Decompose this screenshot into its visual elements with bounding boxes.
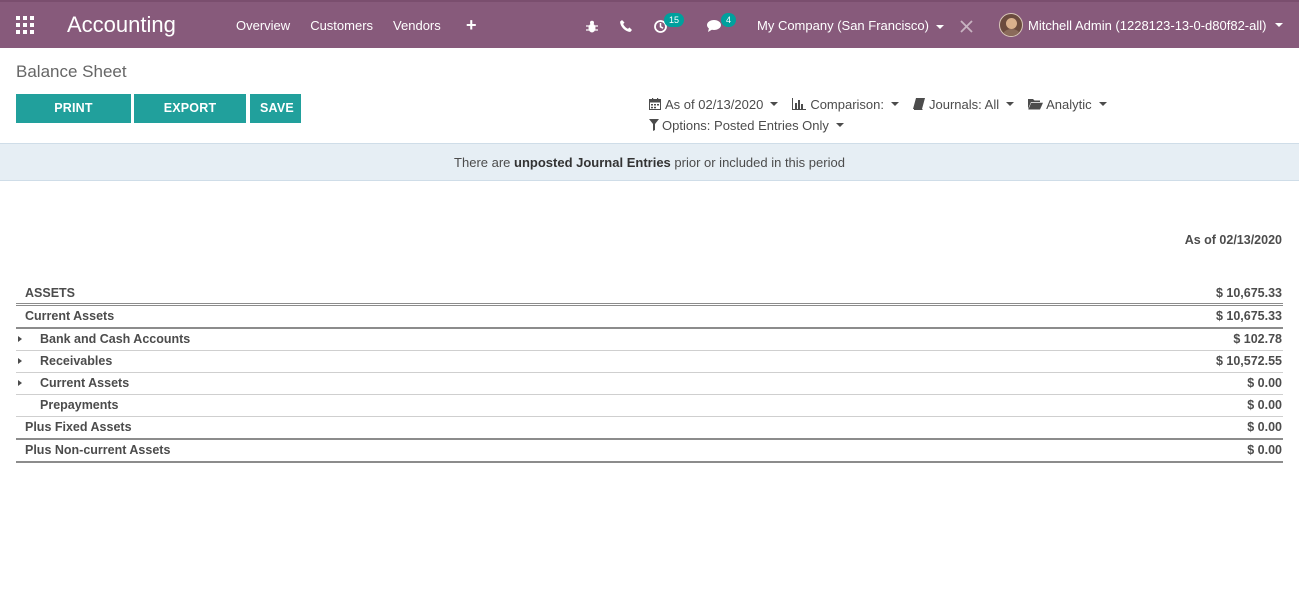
alert-bold-text: unposted Journal Entries xyxy=(514,155,671,170)
bar-chart-icon xyxy=(792,98,807,110)
chevron-down-icon xyxy=(770,102,779,106)
analytic-filter-label: Analytic xyxy=(1046,96,1092,112)
chevron-down-icon xyxy=(835,123,844,127)
chevron-down-icon xyxy=(1098,102,1107,106)
line-label: Current Assets xyxy=(40,376,130,390)
line-amount: $ 102.78 xyxy=(1233,332,1282,346)
report-line-current-assets[interactable]: Current Assets $ 0.00 xyxy=(16,373,1283,395)
balance-sheet-table: ASSETS $ 10,675.33 Current Assets $ 10,6… xyxy=(16,283,1283,463)
line-amount: $ 0.00 xyxy=(1247,376,1282,390)
line-amount: $ 0.00 xyxy=(1247,443,1282,457)
clock-icon[interactable]: 15 xyxy=(654,13,685,35)
report-line-prepayments: Prepayments $ 0.00 xyxy=(16,395,1283,417)
avatar xyxy=(999,13,1023,37)
menu-overview[interactable]: Overview xyxy=(236,17,290,35)
tools-icon[interactable] xyxy=(960,17,973,35)
chevron-down-icon xyxy=(935,24,944,29)
export-xlsx-button[interactable]: EXPORT (XLSX) xyxy=(134,94,246,144)
journals-filter[interactable]: Journals: All xyxy=(913,96,1015,112)
user-name: Mitchell Admin (1228123-13-0-d80f82-all) xyxy=(1028,17,1267,33)
comparison-filter-label: Comparison: xyxy=(810,96,885,112)
expand-caret-icon[interactable] xyxy=(18,380,22,386)
menu-customers[interactable]: Customers xyxy=(310,17,373,35)
company-name: My Company (San Francisco) xyxy=(757,18,929,33)
messages-count-badge: 4 xyxy=(721,13,737,27)
main-menu: Overview Customers Vendors xyxy=(236,17,461,35)
journals-filter-label: Journals: All xyxy=(929,96,1000,112)
line-label: Plus Fixed Assets xyxy=(25,420,132,434)
chat-icon[interactable]: 4 xyxy=(707,13,737,35)
date-filter-label: As of 02/13/2020 xyxy=(665,96,764,112)
report-line-bank-cash[interactable]: Bank and Cash Accounts $ 102.78 xyxy=(16,329,1283,351)
folder-open-icon xyxy=(1028,98,1044,110)
date-filter[interactable]: As of 02/13/2020 xyxy=(649,96,779,112)
chevron-down-icon xyxy=(1006,102,1015,106)
report-line-assets: ASSETS $ 10,675.33 xyxy=(16,283,1283,306)
line-label: Prepayments xyxy=(40,398,119,412)
line-label: Plus Non-current Assets xyxy=(25,443,171,457)
unposted-entries-alert: There are unposted Journal Entries prior… xyxy=(0,143,1299,181)
top-navbar: Accounting Overview Customers Vendors + … xyxy=(0,0,1299,48)
book-icon xyxy=(913,98,926,110)
alert-prefix: There are xyxy=(454,155,515,170)
funnel-icon xyxy=(649,119,659,131)
line-label: Bank and Cash Accounts xyxy=(40,332,191,346)
options-filter-label: Options: Posted Entries Only xyxy=(662,117,829,133)
expand-caret-icon[interactable] xyxy=(18,336,22,342)
activity-count-badge: 15 xyxy=(664,13,685,27)
company-switcher[interactable]: My Company (San Francisco) xyxy=(757,17,944,35)
chevron-down-icon xyxy=(891,102,900,106)
plus-icon[interactable]: + xyxy=(466,16,480,34)
line-label: Current Assets xyxy=(25,309,115,323)
line-amount: $ 10,675.33 xyxy=(1215,286,1282,300)
calendar-icon xyxy=(649,98,662,110)
expand-caret-icon[interactable] xyxy=(18,358,22,364)
report-line-current-assets-total: Current Assets $ 10,675.33 xyxy=(16,306,1283,329)
user-menu[interactable]: Mitchell Admin (1228123-13-0-d80f82-all) xyxy=(999,13,1284,37)
print-preview-button[interactable]: PRINT PREVIEW xyxy=(16,94,131,144)
alert-suffix: prior or included in this period xyxy=(670,155,845,170)
options-filter[interactable]: Options: Posted Entries Only xyxy=(649,118,844,133)
apps-grid-icon[interactable] xyxy=(16,16,34,34)
report-line-fixed-assets: Plus Fixed Assets $ 0.00 xyxy=(16,417,1283,440)
menu-vendors[interactable]: Vendors xyxy=(393,17,441,35)
report-line-receivables[interactable]: Receivables $ 10,572.55 xyxy=(16,351,1283,373)
line-amount: $ 10,572.55 xyxy=(1215,354,1282,368)
line-amount: $ 0.00 xyxy=(1247,420,1282,434)
app-title[interactable]: Accounting xyxy=(67,11,176,39)
phone-icon[interactable] xyxy=(620,17,632,35)
analytic-filter[interactable]: Analytic xyxy=(1028,97,1107,112)
chevron-down-icon xyxy=(1275,23,1284,27)
line-amount: $ 10,675.33 xyxy=(1215,309,1282,323)
report-column-header: As of 02/13/2020 xyxy=(1184,233,1282,247)
report-filters: As of 02/13/2020 Comparison: Journals: A… xyxy=(649,95,1121,137)
line-amount: $ 0.00 xyxy=(1247,398,1282,412)
comparison-filter[interactable]: Comparison: xyxy=(792,96,900,112)
bug-icon[interactable] xyxy=(586,17,598,35)
breadcrumb: Balance Sheet xyxy=(16,62,127,81)
line-label: ASSETS xyxy=(25,286,76,300)
line-label: Receivables xyxy=(40,354,113,368)
save-button[interactable]: SAVE xyxy=(250,94,301,123)
report-line-non-current-assets: Plus Non-current Assets $ 0.00 xyxy=(16,440,1283,463)
